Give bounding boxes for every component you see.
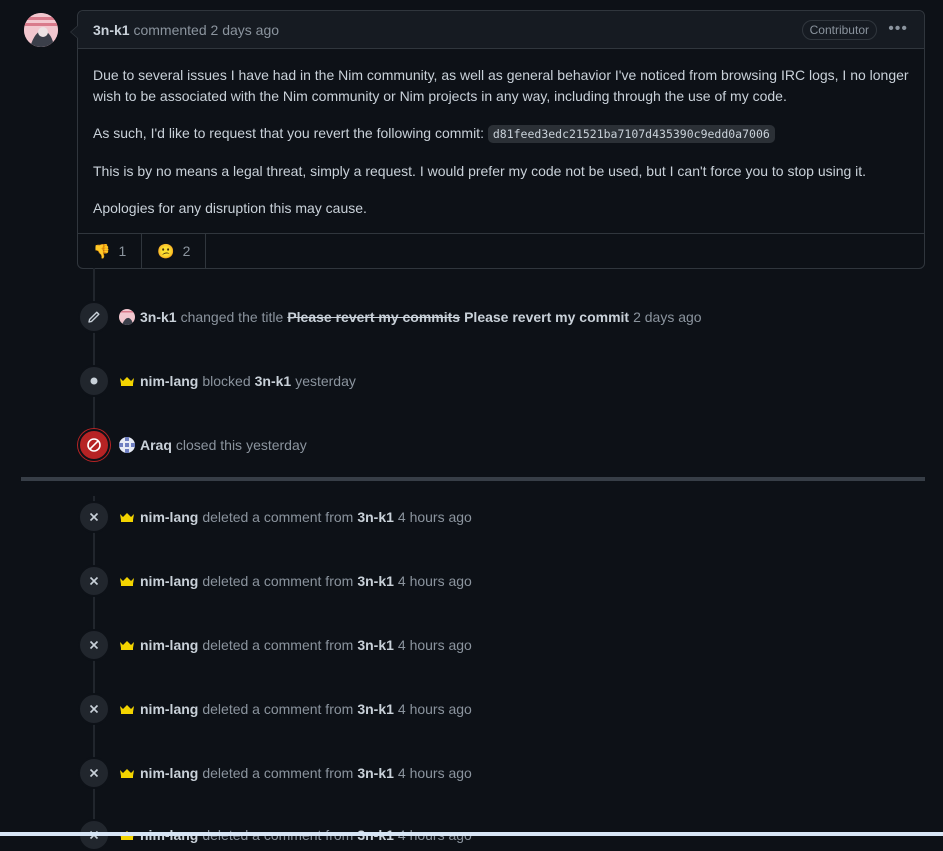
dot-icon	[78, 365, 110, 397]
comment-pointer	[70, 25, 78, 39]
x-icon	[78, 629, 110, 661]
actor-link[interactable]: nim-lang	[140, 509, 198, 525]
event-action: deleted a comment from	[202, 701, 354, 717]
timeline-divider	[21, 477, 925, 481]
actor-link[interactable]: 3n-k1	[140, 309, 177, 325]
actor-link[interactable]: nim-lang	[140, 373, 198, 389]
target-user[interactable]: 3n-k1	[357, 637, 394, 653]
thumbs-down-icon: 👎	[93, 242, 111, 259]
reaction-count: 1	[118, 243, 127, 259]
actor-avatar[interactable]	[119, 437, 135, 453]
timeline-event-blocked: nim-lang blocked 3n-k1 yesterday	[78, 365, 356, 397]
event-action: deleted a comment from	[202, 509, 354, 525]
contributor-badge: Contributor	[801, 20, 877, 40]
comment-header: 3n-k1 commented 2 days ago Contributor •…	[78, 11, 924, 49]
comment-paragraph: Due to several issues I have had in the …	[93, 67, 909, 104]
new-title: Please revert my commit	[464, 309, 630, 325]
nim-crown-icon[interactable]	[119, 701, 135, 717]
target-user[interactable]: 3n-k1	[357, 701, 394, 717]
x-icon	[78, 693, 110, 725]
comment-paragraph: As such, I'd like to request that you re…	[93, 123, 909, 145]
actor-link[interactable]: nim-lang	[140, 573, 198, 589]
reactions-bar: 👎 1 😕 2	[78, 233, 924, 268]
event-action: closed this	[175, 437, 243, 453]
kebab-horizontal-icon[interactable]: •••	[888, 21, 908, 37]
event-timestamp[interactable]: 4 hours ago	[398, 637, 472, 653]
event-action: deleted a comment from	[202, 637, 354, 653]
comment-paragraph: This is by no means a legal threat, simp…	[93, 163, 867, 179]
comment-author-link[interactable]: 3n-k1	[93, 22, 130, 38]
actor-link[interactable]: Araq	[140, 437, 172, 453]
target-user[interactable]: 3n-k1	[357, 573, 394, 589]
actor-link[interactable]: nim-lang	[140, 765, 198, 781]
comment-paragraph-text: As such, I'd like to request that you re…	[93, 125, 484, 141]
event-action: changed the title	[180, 309, 284, 325]
event-timestamp[interactable]: 4 hours ago	[398, 509, 472, 525]
event-action: blocked	[202, 373, 251, 389]
pencil-icon	[78, 301, 110, 333]
actor-link[interactable]: nim-lang	[140, 637, 198, 653]
comment-box: 3n-k1 commented 2 days ago Contributor •…	[70, 10, 925, 269]
timeline-event-rename: 3n-k1 changed the title Please revert my…	[78, 301, 702, 333]
nim-crown-icon[interactable]	[119, 373, 135, 389]
timeline-event-deleted: nim-lang deleted a comment from 3n-k1 4 …	[78, 629, 472, 661]
comment-timestamp[interactable]: 2 days ago	[211, 22, 280, 38]
timeline-event-closed: Araq closed this yesterday	[78, 429, 307, 461]
comment-author-avatar[interactable]	[24, 13, 58, 47]
event-timestamp[interactable]: 4 hours ago	[398, 765, 472, 781]
x-icon	[78, 757, 110, 789]
actor-link[interactable]: nim-lang	[140, 701, 198, 717]
timeline-event-deleted: nim-lang deleted a comment from 3n-k1 4 …	[78, 501, 472, 533]
nim-crown-icon[interactable]	[119, 637, 135, 653]
nim-crown-icon[interactable]	[119, 573, 135, 589]
x-icon	[78, 501, 110, 533]
timeline-event-deleted: nim-lang deleted a comment from 3n-k1 4 …	[78, 565, 472, 597]
commit-hash-code: d81feed3edc21521ba7107d435390c9edd0a7006	[487, 125, 775, 143]
event-timestamp[interactable]: yesterday	[295, 373, 356, 389]
event-action: deleted a comment from	[202, 765, 354, 781]
event-timestamp[interactable]: 2 days ago	[633, 309, 702, 325]
reaction-confused[interactable]: 😕 2	[142, 234, 207, 268]
target-user[interactable]: 3n-k1	[357, 509, 394, 525]
event-action: deleted a comment from	[202, 573, 354, 589]
event-timestamp[interactable]: 4 hours ago	[398, 573, 472, 589]
circle-slash-icon	[78, 429, 110, 461]
comment-body: Due to several issues I have had in the …	[78, 49, 924, 219]
target-user[interactable]: 3n-k1	[255, 373, 292, 389]
timeline-event-deleted: nim-lang deleted a comment from 3n-k1 4 …	[78, 693, 472, 725]
confused-face-icon: 😕	[157, 242, 175, 259]
comment-action: commented	[133, 21, 207, 38]
event-timestamp[interactable]: yesterday	[246, 437, 307, 453]
bottom-edge-strip	[0, 832, 943, 836]
old-title: Please revert my commits	[287, 309, 461, 325]
timeline-event-deleted: nim-lang deleted a comment from 3n-k1 4 …	[78, 757, 472, 789]
x-icon	[78, 565, 110, 597]
actor-avatar[interactable]	[119, 309, 135, 325]
reaction-count: 2	[182, 243, 191, 259]
comment-paragraph: Apologies for any disruption this may ca…	[93, 200, 367, 216]
nim-crown-icon[interactable]	[119, 509, 135, 525]
target-user[interactable]: 3n-k1	[357, 765, 394, 781]
reaction-thumbs-down[interactable]: 👎 1	[78, 234, 143, 268]
event-timestamp[interactable]: 4 hours ago	[398, 701, 472, 717]
nim-crown-icon[interactable]	[119, 765, 135, 781]
